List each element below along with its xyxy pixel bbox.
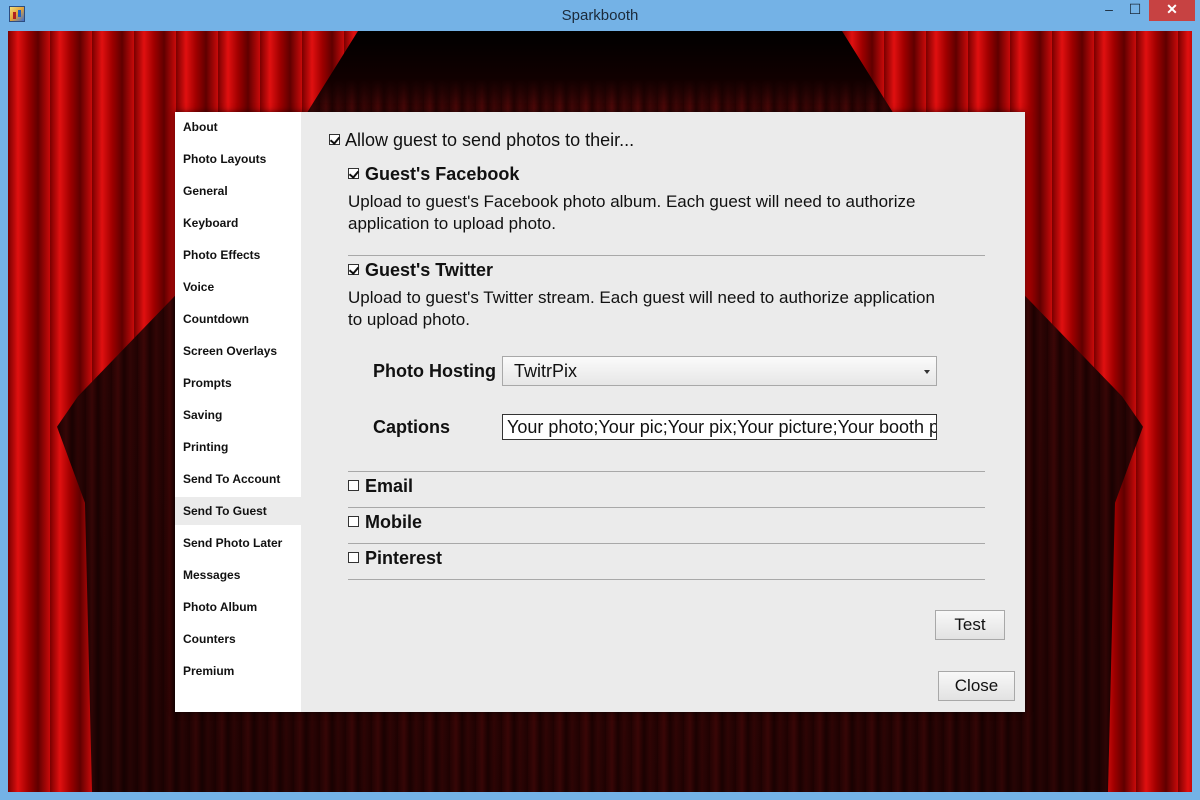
mobile-checkbox[interactable]	[348, 516, 359, 528]
facebook-title: Guest's Facebook	[365, 164, 520, 184]
close-window-icon[interactable]: ✕	[1149, 0, 1195, 21]
maximize-icon[interactable]: ☐	[1123, 0, 1147, 21]
facebook-desc-line2: application to upload photo.	[348, 214, 556, 233]
sidebar-item-about[interactable]: About	[175, 113, 301, 141]
sidebar-item-prompts[interactable]: Prompts	[175, 369, 301, 397]
divider	[348, 255, 985, 256]
pinterest-title: Pinterest	[365, 548, 443, 568]
mobile-title: Mobile	[365, 512, 422, 532]
pinterest-option[interactable]: Pinterest	[348, 548, 442, 569]
sidebar-item-counters[interactable]: Counters	[175, 625, 301, 653]
email-checkbox[interactable]	[348, 480, 359, 492]
allow-guest-option[interactable]: Allow guest to send photos to their...	[329, 130, 634, 151]
facebook-checkbox[interactable]	[348, 168, 359, 180]
facebook-description: Upload to guest's Facebook photo album. …	[348, 191, 978, 235]
twitter-title: Guest's Twitter	[365, 260, 493, 280]
sidebar-item-screen-overlays[interactable]: Screen Overlays	[175, 337, 301, 365]
app-window: Sparkbooth ‒ ☐ ✕ About Photo Layouts Gen…	[0, 0, 1200, 800]
allow-guest-checkbox[interactable]	[329, 134, 340, 146]
sidebar-item-keyboard[interactable]: Keyboard	[175, 209, 301, 237]
facebook-option[interactable]: Guest's Facebook	[348, 164, 519, 185]
twitter-desc-line2: to upload photo.	[348, 310, 470, 329]
minimize-icon[interactable]: ‒	[1097, 0, 1121, 21]
email-option[interactable]: Email	[348, 476, 413, 497]
divider	[348, 507, 985, 508]
photo-hosting-label: Photo Hosting	[373, 361, 496, 381]
sidebar-item-send-to-guest[interactable]: Send To Guest	[175, 497, 301, 525]
sidebar-item-printing[interactable]: Printing	[175, 433, 301, 461]
mobile-option[interactable]: Mobile	[348, 512, 422, 533]
sidebar-item-premium[interactable]: Premium	[175, 657, 301, 685]
pinterest-checkbox[interactable]	[348, 552, 359, 564]
test-button[interactable]: Test	[935, 610, 1005, 640]
captions-label: Captions	[373, 417, 451, 437]
photo-hosting-select[interactable]: TwitrPix	[502, 356, 937, 386]
title-bar[interactable]: Sparkbooth ‒ ☐ ✕	[0, 0, 1200, 31]
sidebar-item-photo-effects[interactable]: Photo Effects	[175, 241, 301, 269]
twitter-option[interactable]: Guest's Twitter	[348, 260, 493, 281]
photo-hosting-value: TwitrPix	[514, 361, 577, 381]
sidebar-item-countdown[interactable]: Countdown	[175, 305, 301, 333]
divider	[348, 579, 985, 580]
divider	[348, 471, 985, 472]
sidebar-item-photo-album[interactable]: Photo Album	[175, 593, 301, 621]
sidebar-item-saving[interactable]: Saving	[175, 401, 301, 429]
sidebar-item-voice[interactable]: Voice	[175, 273, 301, 301]
captions-input[interactable]: Your photo;Your pic;Your pix;Your pictur…	[502, 414, 937, 440]
sidebar-item-send-photo-later[interactable]: Send Photo Later	[175, 529, 301, 557]
send-to-guest-panel: Allow guest to send photos to their... G…	[301, 112, 1025, 712]
sidebar-item-send-to-account[interactable]: Send To Account	[175, 465, 301, 493]
twitter-desc-line1: Upload to guest's Twitter stream. Each g…	[348, 288, 935, 307]
sidebar-item-messages[interactable]: Messages	[175, 561, 301, 589]
twitter-checkbox[interactable]	[348, 264, 359, 276]
window-title: Sparkbooth	[561, 7, 639, 24]
email-title: Email	[365, 476, 414, 496]
settings-dialog: About Photo Layouts General Keyboard Pho…	[175, 112, 1025, 712]
chevron-down-icon	[924, 370, 930, 374]
sidebar-item-general[interactable]: General	[175, 177, 301, 205]
close-button[interactable]: Close	[938, 671, 1015, 701]
sidebar-item-photo-layouts[interactable]: Photo Layouts	[175, 145, 301, 173]
settings-sidebar: About Photo Layouts General Keyboard Pho…	[175, 112, 301, 712]
divider	[348, 543, 985, 544]
allow-guest-label: Allow guest to send photos to their...	[345, 130, 635, 150]
twitter-description: Upload to guest's Twitter stream. Each g…	[348, 287, 978, 331]
facebook-desc-line1: Upload to guest's Facebook photo album. …	[348, 192, 916, 211]
